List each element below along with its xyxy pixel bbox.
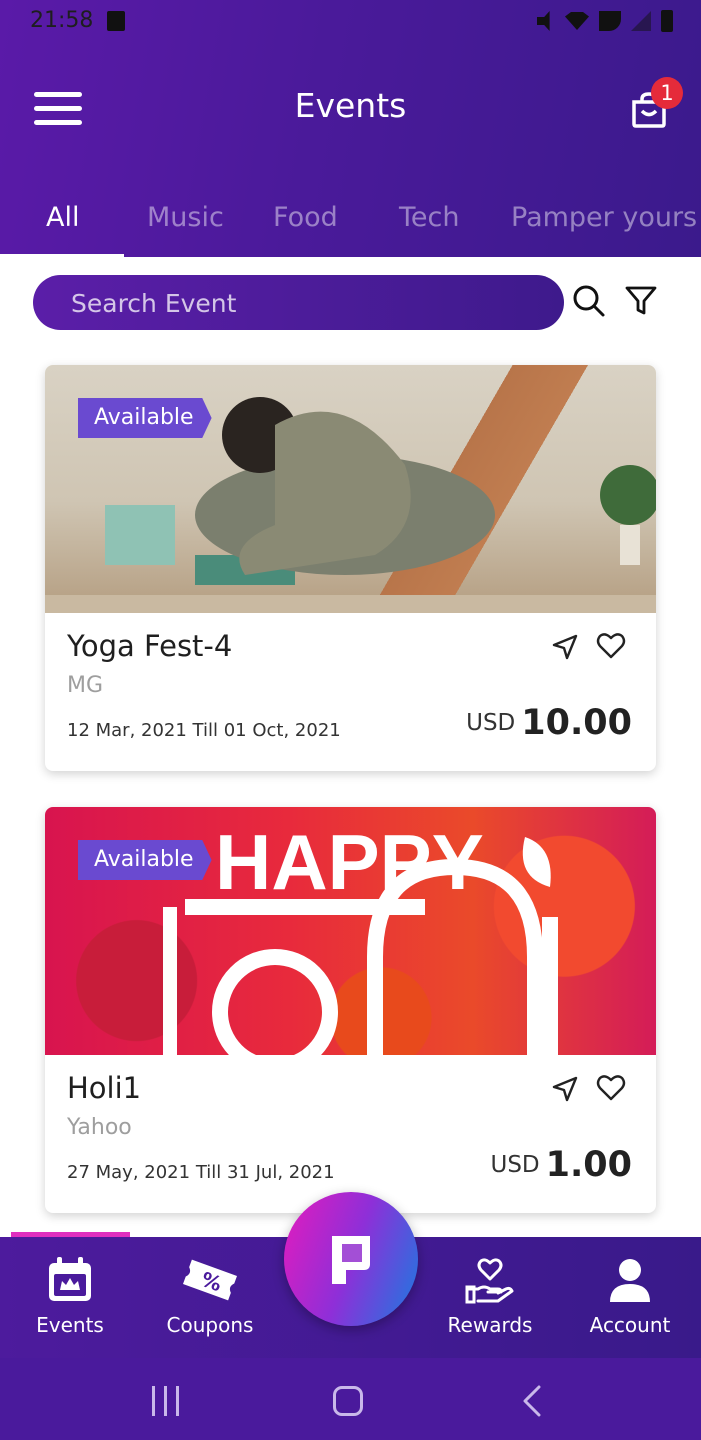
active-tab-indicator <box>0 254 124 260</box>
app-logo-button[interactable] <box>284 1192 418 1326</box>
event-image: Available <box>45 365 656 613</box>
event-image: HAPPY Available <box>45 807 656 1055</box>
search-icon[interactable] <box>572 284 606 318</box>
navigation-icon[interactable] <box>551 1075 579 1103</box>
recent-apps-icon[interactable] <box>152 1386 180 1416</box>
navigation-icon[interactable] <box>551 633 579 661</box>
rewards-icon <box>465 1258 514 1304</box>
nav-item-account[interactable]: Account <box>570 1255 690 1337</box>
nav-item-coupons[interactable]: % Coupons <box>150 1255 270 1337</box>
app-logo-icon <box>332 1236 370 1284</box>
home-icon[interactable] <box>333 1386 363 1416</box>
nav-label-events: Events <box>36 1313 104 1337</box>
event-card[interactable]: HAPPY Available Holi1 Yahoo 27 May, 2021… <box>45 807 656 1213</box>
price-currency: USD <box>466 710 516 736</box>
notification-icon <box>107 11 125 31</box>
availability-badge: Available <box>78 398 212 438</box>
category-tabs: All Music Food Tech Pamper yours <box>0 190 701 257</box>
cart-count-badge: 1 <box>651 77 683 109</box>
nav-label-account: Account <box>589 1313 671 1337</box>
status-time: 21:58 <box>30 8 94 33</box>
search-input[interactable] <box>71 283 541 323</box>
tab-all[interactable]: All <box>46 202 79 233</box>
heart-icon[interactable] <box>596 631 626 661</box>
account-icon <box>610 1259 650 1302</box>
price-value: 10.00 <box>521 703 632 743</box>
event-price: USD 10.00 <box>466 703 632 743</box>
price-currency: USD <box>490 1152 540 1178</box>
tab-music[interactable]: Music <box>147 202 224 233</box>
event-dates: 12 Mar, 2021 Till 01 Oct, 2021 <box>67 720 341 741</box>
event-title: Holi1 <box>67 1071 142 1105</box>
mute-icon <box>537 11 550 31</box>
event-title: Yoga Fest-4 <box>67 629 233 663</box>
event-organizer: Yahoo <box>67 1115 132 1140</box>
nav-label-rewards: Rewards <box>447 1313 533 1337</box>
tab-pamper-yourself[interactable]: Pamper yours <box>511 202 697 233</box>
page-title: Events <box>294 86 407 125</box>
status-icons <box>537 10 673 32</box>
app-header: 21:58 Events 1 All Music Food Tech Pampe… <box>0 0 701 257</box>
search-bar <box>33 275 564 330</box>
tab-tech[interactable]: Tech <box>399 202 459 233</box>
signal-icon <box>631 11 651 31</box>
event-price: USD 1.00 <box>490 1145 632 1185</box>
event-organizer: MG <box>67 673 104 698</box>
tab-food[interactable]: Food <box>273 202 338 233</box>
event-card[interactable]: Available Yoga Fest-4 MG 12 Mar, 2021 Ti… <box>45 365 656 771</box>
wifi-icon <box>565 12 589 30</box>
active-nav-indicator <box>11 1232 130 1237</box>
nav-item-rewards[interactable]: Rewards <box>430 1255 550 1337</box>
nav-item-events[interactable]: Events <box>10 1255 130 1337</box>
back-icon[interactable] <box>520 1384 544 1418</box>
coupon-icon: % <box>183 1259 237 1301</box>
filter-icon[interactable] <box>624 284 658 318</box>
event-dates: 27 May, 2021 Till 31 Jul, 2021 <box>67 1162 335 1183</box>
heart-icon[interactable] <box>596 1073 626 1103</box>
status-bar: 21:58 <box>0 0 701 44</box>
nav-label-coupons: Coupons <box>166 1313 254 1337</box>
battery-icon <box>661 10 673 32</box>
calendar-icon <box>49 1257 91 1301</box>
price-value: 1.00 <box>545 1145 632 1185</box>
availability-badge: Available <box>78 840 212 880</box>
wifi-calling-icon <box>599 11 621 31</box>
